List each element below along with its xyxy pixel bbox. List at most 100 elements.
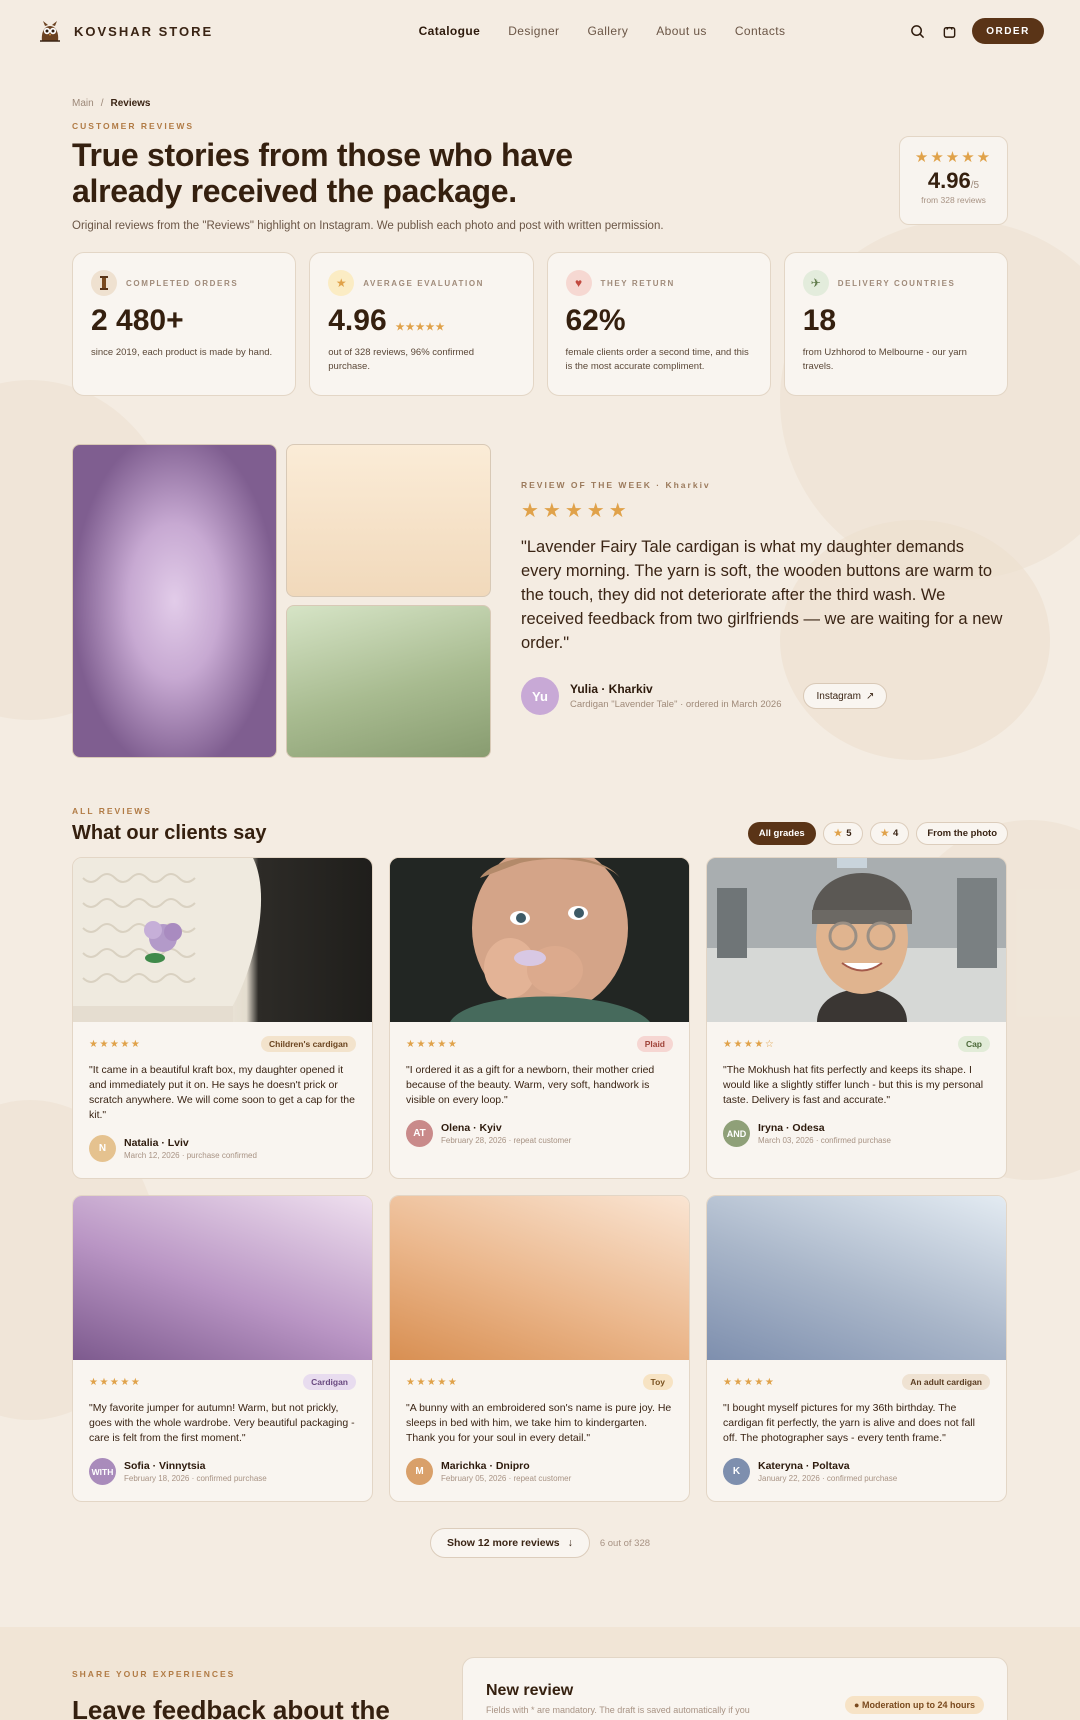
review-stars: ★★★★★ [89,1376,142,1388]
instagram-link-button[interactable]: Instagram ↗ [803,683,888,709]
stat-label: THEY RETURN [600,278,675,288]
review-photo-blue[interactable] [707,1196,1006,1360]
reviewer-name: Kateryna · Poltava [758,1460,850,1472]
review-stars: ★★★★★ [406,1376,459,1388]
filter-label: All grades [758,828,805,839]
share-section: SHARE YOUR EXPERIENCES Leave feedback ab… [0,1627,1080,1720]
review-photo-woman-hat[interactable] [707,858,1006,1022]
stat-card-return: ♥ THEY RETURN 62% female clients order a… [546,252,771,396]
reviewer-name: Sofia · Vinnytsia [124,1460,206,1472]
stat-label: COMPLETED ORDERS [126,278,239,288]
header-actions: ORDER [908,18,1044,44]
nav-gallery[interactable]: Gallery [587,24,628,38]
spool-icon [91,270,117,296]
review-stars: ★★★★★ [89,1038,142,1050]
cart-icon[interactable] [940,22,958,40]
arrow-down-icon: ↓ [567,1537,573,1549]
stat-card-evaluation: ★ AVERAGE EVALUATION 4.96 ★★★★★ out of 3… [309,252,534,396]
nav-catalogue[interactable]: Catalogue [419,24,481,38]
rating-scale: /5 [970,180,980,191]
review-photo-child[interactable] [390,858,689,1022]
featured-author: Yu Yulia · Kharkiv Cardigan "Lavender Ta… [521,677,1008,715]
review-text: "I bought myself pictures for my 36th bi… [723,1402,975,1444]
review-stars: ★★★★★ [406,1038,459,1050]
review-card: ★★★★★ Plaid "I ordered it as a gift for … [389,857,690,1179]
reviews-count: 6 out of 328 [599,1537,651,1549]
stat-value: 4.96 [328,304,387,337]
avatar: AND [723,1120,750,1147]
heart-icon: ♥ [565,270,592,296]
overall-rating-card: ★★★★★ 4.96/5 from 328 reviews [899,136,1008,225]
review-photo-lilac[interactable] [73,1196,372,1360]
top-header: KOVSHAR STORE Catalogue Designer Gallery… [0,0,1080,62]
filter-5-stars[interactable]: ★ 5 [822,822,863,845]
brand[interactable]: KOVSHAR STORE [36,17,336,45]
featured-photo-bottom[interactable] [286,605,491,758]
stat-value: 2 480+ [91,304,184,337]
stat-description: out of 328 reviews, 96% confirmed purcha… [328,347,474,372]
search-icon[interactable] [908,22,926,40]
star-icon: ★ [833,828,843,839]
filter-from-photo[interactable]: From the photo [916,822,1008,845]
reviewer-name: Olena · Kyiv [441,1122,502,1134]
breadcrumb: Main / Reviews [72,98,1008,109]
rating-filters: All grades ★ 5 ★ 4 From the photo [747,822,1008,845]
featured-photos [72,444,491,758]
filter-label: 4 [893,828,899,839]
featured-eyebrow: REVIEW OF THE WEEK · Kharkiv [521,480,711,490]
product-tag: Cap [957,1036,990,1052]
show-more-label: Show 12 more reviews [446,1537,560,1549]
rating-stars: ★★★★★ [914,149,993,166]
stat-mini-stars: ★★★★★ [395,322,446,333]
hero-section: Main / Reviews CUSTOMER REVIEWS True sto… [0,62,1080,252]
stat-description: female clients order a second time, and … [565,347,749,372]
review-meta: February 18, 2026 · confirmed purchase [124,1474,267,1483]
breadcrumb-home[interactable]: Main [72,98,94,109]
avatar: N [89,1135,116,1162]
stat-label: AVERAGE EVALUATION [363,278,485,288]
nav-about-us[interactable]: About us [656,24,707,38]
stat-description: since 2019, each product is made by hand… [91,347,273,358]
all-reviews-eyebrow: ALL REVIEWS [72,806,152,816]
stats-row: COMPLETED ORDERS 2 480+ since 2019, each… [0,252,1080,396]
stat-description: from Uzhhorod to Melbourne - our yarn tr… [802,347,967,372]
order-button[interactable]: ORDER [972,18,1044,44]
review-stars: ★★★★☆ [723,1038,776,1050]
filter-label: 5 [846,828,852,839]
featured-photo-top[interactable] [286,444,491,597]
share-title: Leave feedback about the [72,1695,390,1720]
featured-quote: "Lavender Fairy Tale cardigan is what my… [521,538,1003,652]
reviewer-name: Marichka · Dnipro [441,1460,530,1472]
filter-all-grades[interactable]: All grades [747,822,816,845]
review-meta: March 03, 2026 · confirmed purchase [758,1136,891,1145]
rating-value-wrap: 4.96/5 [900,168,1007,194]
owl-logo-icon [40,21,60,42]
avatar: M [406,1458,433,1485]
author-meta: Cardigan "Lavender Tale" · ordered in Ma… [570,699,782,710]
review-photo-knit-hat[interactable] [73,858,372,1022]
show-more-button[interactable]: Show 12 more reviews ↓ [429,1528,590,1558]
featured-content: REVIEW OF THE WEEK · Kharkiv ★★★★★ "Lave… [491,444,1008,758]
review-photo-peach[interactable] [390,1196,689,1360]
nav-designer[interactable]: Designer [508,24,559,38]
filter-4-stars[interactable]: ★ 4 [869,822,910,845]
product-tag: Toy [642,1374,673,1390]
review-text: "It came in a beautiful kraft box, my da… [89,1064,355,1121]
filter-label: From the photo [927,828,997,839]
star-icon: ★ [328,270,355,296]
new-review-form: New review Fields with * are mandatory. … [462,1657,1008,1720]
nav-contacts[interactable]: Contacts [735,24,786,38]
all-reviews-header: ALL REVIEWS What our clients say All gra… [0,806,1080,845]
avatar: K [723,1458,750,1485]
review-text: "A bunny with an embroidered son's name … [406,1402,672,1444]
product-tag: Children's cardigan [260,1036,356,1052]
featured-photo-main[interactable] [72,444,277,758]
review-text: "The Mokhush hat fits perfectly and keep… [723,1064,984,1106]
stat-value: 18 [802,304,837,337]
breadcrumb-separator: / [100,98,104,109]
main-nav: Catalogue Designer Gallery About us Cont… [336,24,908,38]
review-meta: January 22, 2026 · confirmed purchase [758,1474,898,1483]
avatar: WITH [89,1458,116,1485]
review-text: "I ordered it as a gift for a newborn, t… [406,1064,655,1106]
arrow-up-right-icon: ↗ [865,690,875,702]
